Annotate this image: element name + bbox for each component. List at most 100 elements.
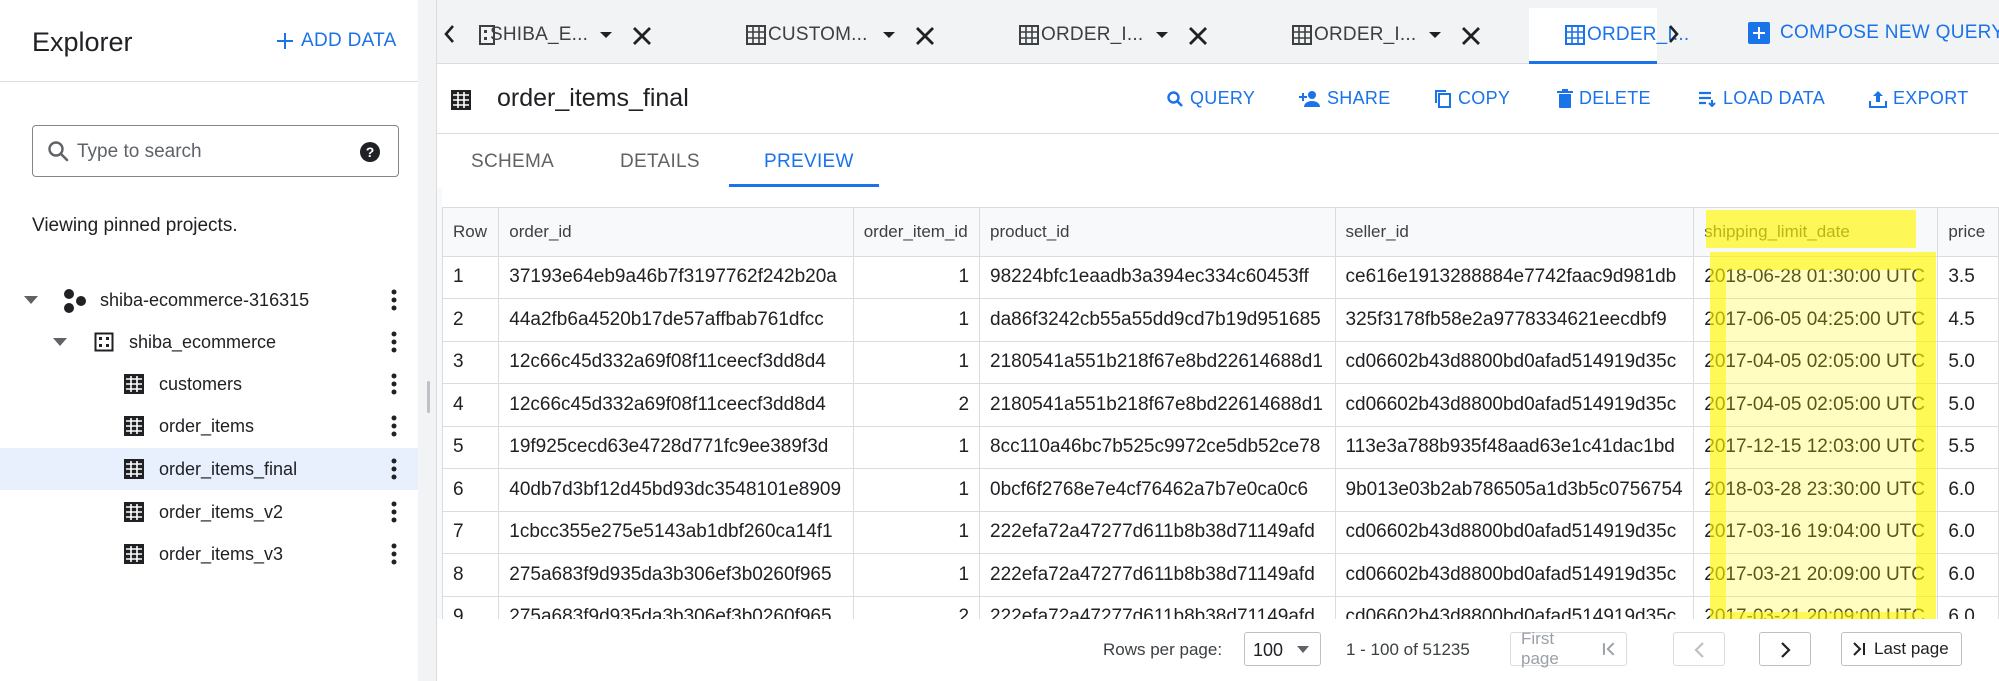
table-cell[interactable]: cd06602b43d8800bd0afad514919d35c [1335,596,1695,619]
column-header[interactable]: order_id [498,208,854,257]
table-cell[interactable]: 0bcf6f2768e7e4cf76462a7b7e0ca0c6 [979,468,1336,512]
tab-order-items[interactable]: ORDER_I... [1019,8,1219,64]
table-cell[interactable]: 4.5 [1937,298,1999,342]
table-cell[interactable]: 1 [853,256,981,299]
chevron-left-icon[interactable] [443,24,455,44]
more-vert-icon[interactable] [388,414,400,438]
table-cell[interactable]: 7 [443,511,500,554]
rows-per-page-select[interactable]: 100 [1244,632,1321,666]
column-header[interactable]: price [1937,208,1999,257]
table-cell[interactable]: 275a683f9d935da3b306ef3b0260f965 [498,596,854,619]
column-header[interactable]: Row [443,208,500,257]
table-cell[interactable]: 44a2fb6a4520b17de57affbab761dfcc [498,298,854,342]
table-cell[interactable]: 6.0 [1937,596,1999,619]
more-vert-icon[interactable] [388,542,400,566]
table-cell[interactable]: 113e3a788b935f48aad63e1c41dac1bd [1335,426,1695,469]
load-data-button[interactable]: LOAD DATA [1699,88,1825,109]
table-cell[interactable]: 5 [443,426,500,469]
tab-schema[interactable]: SCHEMA [471,151,554,173]
table-cell[interactable]: 222efa72a47277d611b8b38d71149afd [979,511,1336,554]
table-cell[interactable]: 19f925cecd63e4728d771fc9ee389f3d [498,426,854,469]
next-page-button[interactable] [1759,632,1811,666]
panel-resize-handle[interactable] [427,381,430,413]
table-cell[interactable]: 325f3178fb58e2a9778334621eecdbf9 [1335,298,1695,342]
table-cell[interactable]: 6.0 [1937,468,1999,512]
more-vert-icon[interactable] [388,330,400,354]
table-cell[interactable]: 222efa72a47277d611b8b38d71149afd [979,596,1336,619]
delete-button[interactable]: DELETE [1557,88,1651,109]
tab-order-items[interactable]: ORDER_I... [1292,8,1492,64]
query-button[interactable]: QUERY [1166,88,1255,109]
table-cell[interactable]: 1 [853,553,981,597]
dropdown-arrow-icon[interactable] [1428,31,1442,39]
close-icon[interactable] [631,25,653,47]
table-cell[interactable]: da86f3242cb55a55dd9cd7b19d951685 [979,298,1336,342]
tab-customers[interactable]: CUSTOM... [746,8,946,64]
tab-preview[interactable]: PREVIEW [764,151,854,173]
table-cell[interactable]: 1cbcc355e275e5143ab1dbf260ca14f1 [498,511,854,554]
table-cell[interactable]: 1 [443,256,500,299]
table-cell[interactable]: 9b013e03b2ab786505a1d3b5c0756754 [1335,468,1695,512]
table-cell[interactable]: 1 [853,468,981,512]
table-cell[interactable]: 37193e64eb9a46b7f3197762f242b20a [498,256,854,299]
table-cell[interactable]: 3 [443,341,500,384]
table-cell[interactable]: 222efa72a47277d611b8b38d71149afd [979,553,1336,597]
search-input[interactable] [77,136,367,168]
tree-item-table[interactable]: order_items_v2 [0,491,418,533]
tree-item-table-selected[interactable]: order_items_final [0,448,418,490]
export-button[interactable]: EXPORT [1869,88,1969,109]
table-cell[interactable]: 6.0 [1937,553,1999,597]
add-data-button[interactable]: ADD DATA [275,30,397,52]
table-cell[interactable]: 12c66c45d332a69f08f11ceecf3dd8d4 [498,383,854,427]
first-page-button[interactable]: First page [1510,629,1627,668]
column-header[interactable]: product_id [979,208,1336,257]
table-cell[interactable]: 98224bfc1eaadb3a394ec334c60453ff [979,256,1336,299]
table-cell[interactable]: 6 [443,468,500,512]
tree-item-project[interactable]: shiba-ecommerce-316315 [0,279,418,321]
table-cell[interactable]: 2180541a551b218f67e8bd22614688d1 [979,341,1336,384]
more-vert-icon[interactable] [388,500,400,524]
table-cell[interactable]: 1 [853,341,981,384]
chevron-down-icon[interactable] [23,295,39,305]
tab-details[interactable]: DETAILS [620,151,700,173]
help-icon[interactable]: ? [359,141,381,163]
previous-page-button[interactable] [1673,632,1725,666]
last-page-button[interactable]: Last page [1841,632,1962,666]
table-cell[interactable]: 2 [853,383,981,427]
table-cell[interactable]: 2180541a551b218f67e8bd22614688d1 [979,383,1336,427]
table-cell[interactable]: 2 [443,298,500,342]
table-cell[interactable]: 275a683f9d935da3b306ef3b0260f965 [498,553,854,597]
table-cell[interactable]: 1 [853,298,981,342]
close-icon[interactable] [1460,25,1482,47]
table-cell[interactable]: 40db7d3bf12d45bd93dc3548101e8909 [498,468,854,512]
more-vert-icon[interactable] [388,457,400,481]
panel-resize-area[interactable] [418,0,436,681]
table-cell[interactable]: 1 [853,511,981,554]
tree-item-table[interactable]: customers [0,363,418,405]
table-cell[interactable]: ce616e1913288884e7742faac9d981db [1335,256,1695,299]
tree-item-dataset[interactable]: shiba_ecommerce [0,321,418,363]
table-cell[interactable]: 3.5 [1937,256,1999,299]
tab-order-items-final-active[interactable]: ORDER_I... [1529,8,1689,64]
dropdown-arrow-icon[interactable] [599,31,613,39]
chevron-down-icon[interactable] [52,337,68,347]
table-cell[interactable]: 12c66c45d332a69f08f11ceecf3dd8d4 [498,341,854,384]
table-cell[interactable]: 5.0 [1937,383,1999,427]
tree-item-table[interactable]: order_items_v3 [0,533,418,575]
compose-new-query-button[interactable]: COMPOSE NEW QUERY [1748,22,1999,44]
table-cell[interactable]: cd06602b43d8800bd0afad514919d35c [1335,383,1695,427]
table-cell[interactable]: 9 [443,596,500,619]
table-cell[interactable]: 5.5 [1937,426,1999,469]
table-cell[interactable]: 4 [443,383,500,427]
table-cell[interactable]: 8 [443,553,500,597]
close-icon[interactable] [1187,25,1209,47]
chevron-right-icon[interactable] [1668,24,1680,44]
close-icon[interactable] [914,25,936,47]
column-header[interactable]: seller_id [1335,208,1695,257]
table-cell[interactable]: cd06602b43d8800bd0afad514919d35c [1335,341,1695,384]
table-cell[interactable]: 5.0 [1937,341,1999,384]
tab-shiba-ecommerce[interactable]: SHIBA_E... [479,8,679,64]
more-vert-icon[interactable] [388,372,400,396]
column-header[interactable]: order_item_id [853,208,981,257]
more-vert-icon[interactable] [388,288,400,312]
